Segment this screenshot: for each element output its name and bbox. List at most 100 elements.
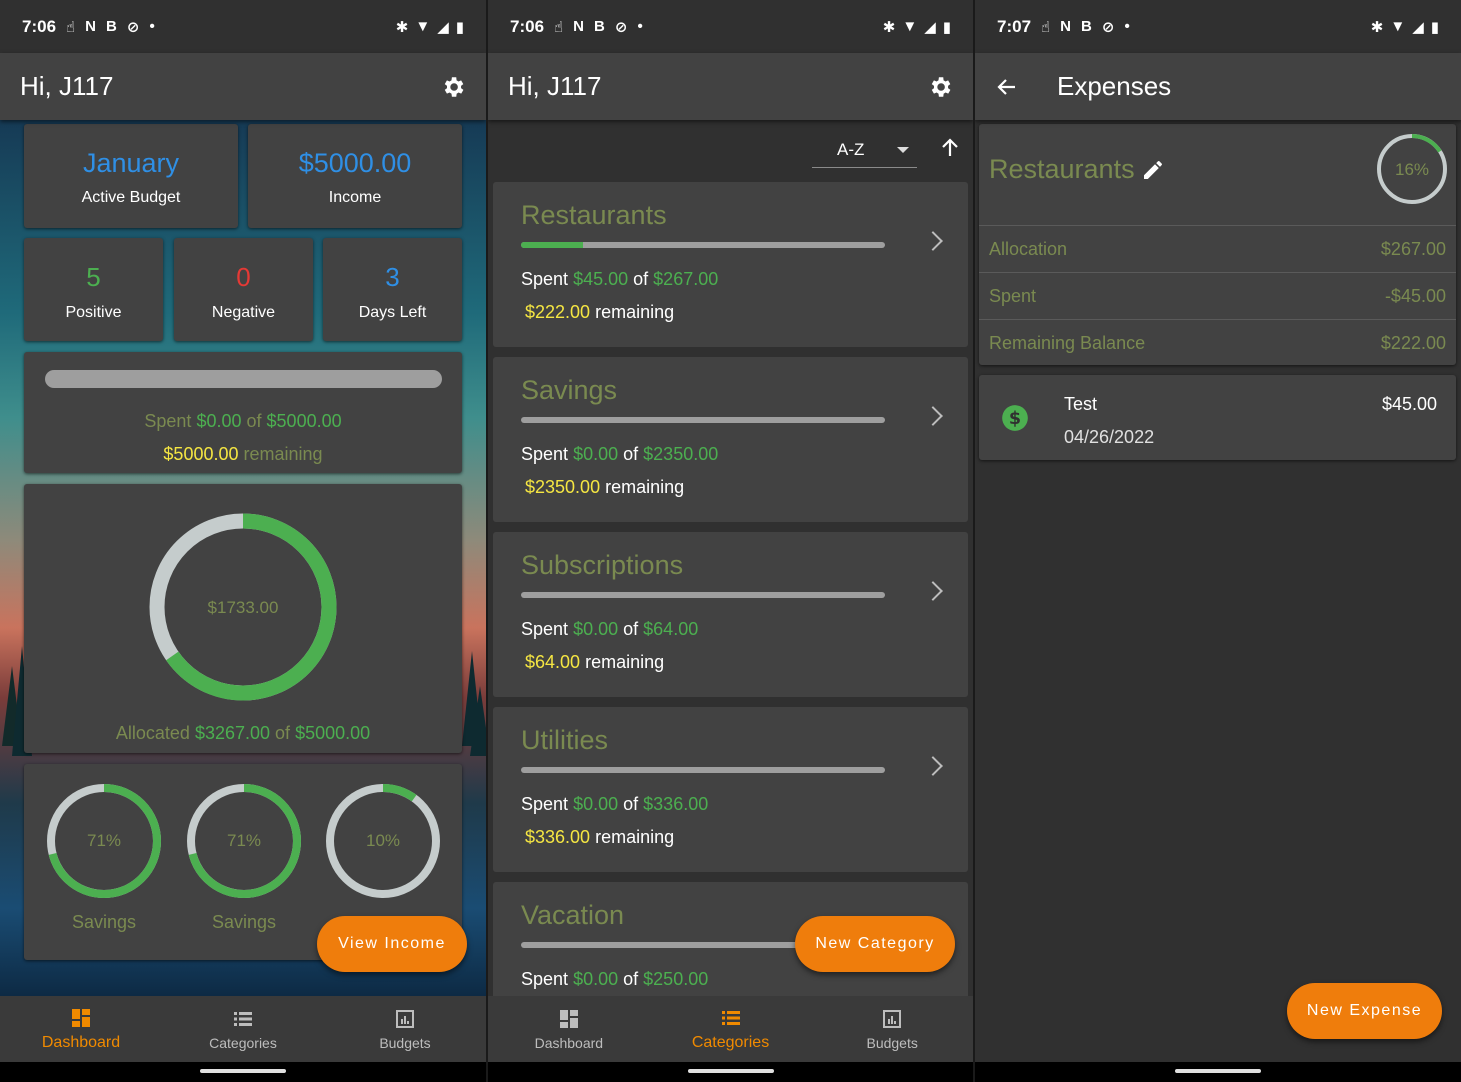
spent-text: Spent (521, 794, 569, 814)
hand-icon: ☝ (66, 18, 76, 36)
spent-text: Spent (521, 969, 569, 989)
positive-card[interactable]: 5 Positive (24, 238, 163, 341)
dot-icon: • (637, 18, 643, 35)
battery-icon: ▮ (455, 18, 464, 36)
bottom-nav: Dashboard Categories Budgets (0, 996, 486, 1062)
nav-dashboard[interactable]: Dashboard (0, 996, 162, 1062)
sync-icon: ⊘ (614, 18, 628, 36)
active-budget-card[interactable]: January Active Budget (24, 124, 238, 228)
remaining-amount: $5000.00 (163, 444, 239, 464)
negative-count: 0 (236, 262, 251, 292)
sync-icon: ⊘ (126, 18, 140, 36)
nav-budgets[interactable]: Budgets (324, 996, 486, 1062)
category-percent-ring: 16% (1376, 133, 1448, 205)
chevron-right-icon (923, 581, 943, 601)
overall-progress-bar (45, 370, 442, 388)
category-name: Subscriptions (521, 550, 684, 580)
gesture-bar (488, 1062, 973, 1082)
gesture-bar (0, 1062, 486, 1082)
category-progress-bar (521, 767, 885, 773)
dot-icon: • (1124, 18, 1130, 35)
allocation-card: $1733.00 Allocated $3267.00 of $5000.00 (24, 484, 462, 753)
category-name: Restaurants (989, 154, 1135, 184)
app-bar: Expenses (975, 53, 1461, 120)
expense-item[interactable]: $ Test 04/26/2022 $45.00 (979, 375, 1456, 460)
allocation-center-value: $1733.00 (207, 598, 279, 617)
spent-value: -$45.00 (1384, 285, 1446, 306)
nav-dashboard-label: Dashboard (534, 1035, 604, 1051)
expense-amount: $45.00 (1381, 394, 1437, 414)
status-bar: 7:07 ☝ N B ⊘ • ✱ ▼ ◢ ▮ (975, 0, 1461, 53)
expense-date: 04/26/2022 (1064, 427, 1155, 447)
category-card[interactable]: Savings Spent $0.00 of $2350.00 $2350.00 r… (493, 357, 968, 522)
greeting-title: Hi, J117 (20, 71, 114, 101)
dollar-circle-icon: $ (1002, 405, 1028, 431)
income-card[interactable]: $5000.00 Income (248, 124, 462, 228)
bluetooth-icon: ✱ (395, 18, 409, 36)
categories-screen: 7:06 ☝ N B ⊘ • ✱ ▼ ◢ ▮ Hi, J117 A-Z Rest… (488, 0, 973, 1082)
app-bar: Hi, J117 (488, 53, 973, 120)
savings-ring-2-label: Savings (211, 912, 277, 932)
edit-pencil-icon[interactable] (1141, 158, 1165, 182)
category-detail-card: Restaurants 16% Allocation $267.00 Spent… (979, 124, 1456, 365)
new-expense-label: New Expense (1306, 1002, 1423, 1019)
of-text: of (623, 969, 639, 989)
view-income-button[interactable]: View Income (317, 916, 467, 972)
sort-direction-arrow-up-icon[interactable] (938, 136, 962, 160)
dashboard-screen: 7:06 ☝ N B ⊘ • ✱ ▼ ◢ ▮ Hi, J117 January … (0, 0, 486, 1082)
category-progress-bar (521, 242, 885, 248)
nav-dashboard[interactable]: Dashboard (488, 996, 650, 1062)
allocated-of: of (275, 723, 291, 743)
of-text: of (623, 794, 639, 814)
nav-budgets[interactable]: Budgets (811, 996, 973, 1062)
days-left-label: Days Left (358, 304, 427, 321)
category-remaining: $336.00 (525, 827, 591, 847)
savings-ring-2[interactable]: 71% (184, 781, 304, 901)
new-expense-button[interactable]: New Expense (1287, 983, 1442, 1039)
savings-ring-1[interactable]: 71% (44, 781, 164, 901)
spent-amount: $0.00 (196, 411, 242, 431)
dashboard-icon (559, 1010, 578, 1028)
nav-categories[interactable]: Categories (162, 996, 324, 1062)
category-total: $336.00 (643, 794, 709, 814)
category-card[interactable]: Subscriptions Spent $0.00 of $64.00 $64.00… (493, 532, 968, 697)
back-arrow-icon[interactable] (995, 75, 1019, 99)
wifi-icon: ▼ (415, 18, 431, 35)
income-value: $5000.00 (298, 148, 412, 178)
gear-icon[interactable] (440, 74, 466, 100)
positive-count: 5 (86, 262, 101, 292)
view-income-label: View Income (338, 935, 446, 952)
chevron-right-icon (923, 231, 943, 251)
spent-summary-card: Spent $0.00 of $5000.00 $5000.00 remaini… (24, 352, 462, 473)
days-left-card[interactable]: 3 Days Left (323, 238, 462, 341)
ring-3-percent: 10% (365, 831, 401, 850)
category-card[interactable]: Utilities Spent $0.00 of $336.00 $336.00 r… (493, 707, 968, 872)
app-bar: Hi, J117 (0, 53, 486, 120)
category-total: $64.00 (643, 619, 699, 639)
days-left-count: 3 (385, 262, 400, 292)
sort-select[interactable]: A-Z (812, 132, 917, 168)
gesture-bar (975, 1062, 1461, 1082)
budgets-icon (883, 1010, 902, 1028)
of-text: of (623, 619, 639, 639)
nav-categories[interactable]: Categories (650, 996, 812, 1062)
gear-icon[interactable] (927, 74, 953, 100)
n-icon: N (573, 18, 585, 35)
new-category-button[interactable]: New Category (795, 916, 955, 972)
bluetooth-icon: ✱ (1370, 18, 1384, 36)
expenses-screen: 7:07 ☝ N B ⊘ • ✱ ▼ ◢ ▮ Expenses Restaura… (975, 0, 1461, 1082)
category-card[interactable]: Restaurants Spent $45.00 of $267.00 $222.0… (493, 182, 968, 347)
wifi-icon: ▼ (902, 18, 918, 35)
savings-ring-1-percent: 71% (86, 831, 122, 850)
status-bar: 7:06 ☝ N B ⊘ • ✱ ▼ ◢ ▮ (488, 0, 973, 53)
spent-text: Spent (521, 269, 569, 289)
category-spent: $0.00 (573, 619, 619, 639)
chevron-right-icon (923, 406, 943, 426)
negative-label: Negative (211, 304, 276, 321)
negative-card[interactable]: 0 Negative (174, 238, 313, 341)
bluetooth-icon: ✱ (882, 18, 896, 36)
ring-3[interactable]: 10% (323, 781, 443, 901)
dashboard-icon (72, 1009, 90, 1027)
allocation-row: Allocation $267.00 (979, 225, 1456, 272)
sort-value: A-Z (837, 139, 865, 159)
